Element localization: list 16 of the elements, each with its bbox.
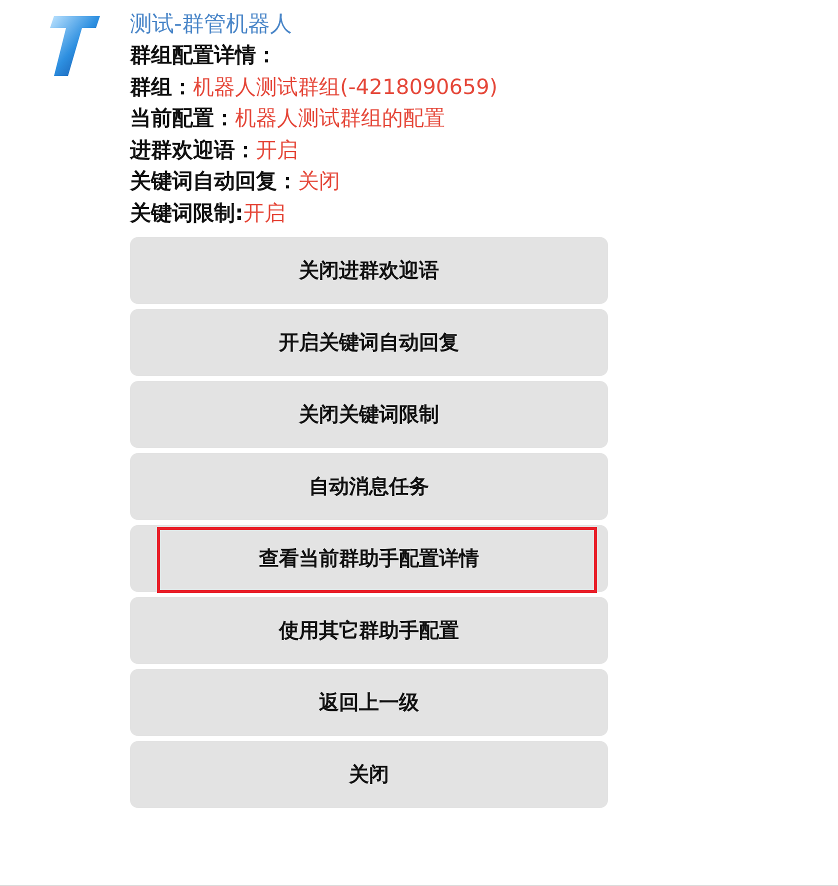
menu-button[interactable]: 自动消息任务 <box>130 453 608 520</box>
menu-button[interactable]: 使用其它群助手配置 <box>130 597 608 664</box>
detail-line: 群组：机器人测试群组(-4218090659) <box>130 74 499 100</box>
detail-line: 当前配置：机器人测试群组的配置 <box>130 105 446 132</box>
menu-button[interactable]: 开启关键词自动回复 <box>130 309 608 376</box>
menu-button[interactable]: 关闭关键词限制 <box>130 381 608 448</box>
bot-name: 测试-群管机器人 <box>130 11 293 39</box>
logo-icon <box>50 14 102 78</box>
menu-button[interactable]: 关闭进群欢迎语 <box>130 237 608 304</box>
menu-button[interactable]: 返回上一级 <box>130 669 608 736</box>
detail-line: 关键词限制:开启 <box>130 200 286 226</box>
menu-button[interactable]: 关闭 <box>130 741 608 808</box>
menu-button[interactable]: 查看当前群助手配置详情 <box>130 525 608 592</box>
detail-line: 进群欢迎语：开启 <box>130 136 299 164</box>
detail-line: 关键词自动回复：关闭 <box>130 168 341 195</box>
details-heading: 群组配置详情： <box>130 42 278 69</box>
